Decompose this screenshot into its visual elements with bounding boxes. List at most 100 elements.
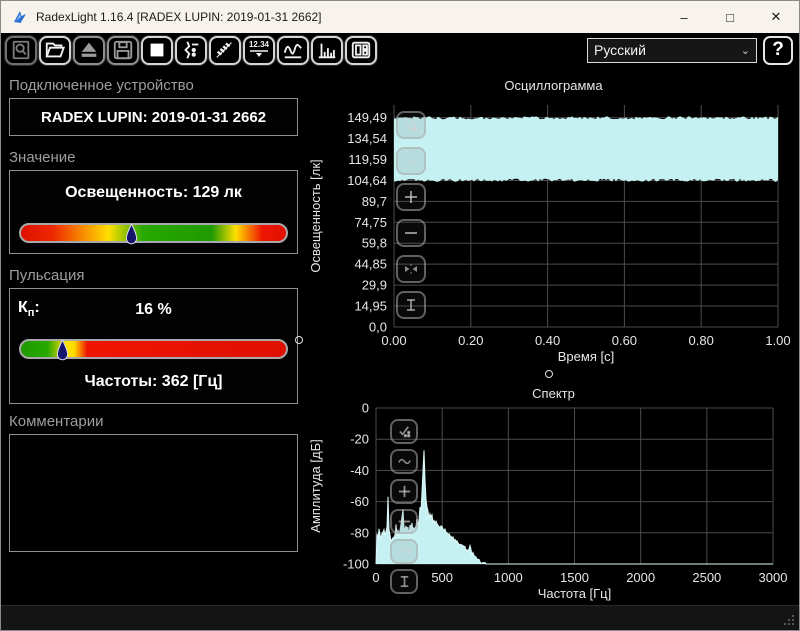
svg-text:1500: 1500 (560, 570, 589, 585)
svg-text:-80: -80 (350, 525, 369, 540)
chart-autoscale-button[interactable] (396, 111, 426, 139)
svg-text:1.00: 1.00 (765, 333, 790, 348)
svg-text:14,95: 14,95 (354, 299, 387, 314)
svg-text:2500: 2500 (692, 570, 721, 585)
open-folder-icon (44, 39, 66, 61)
value-section-label: Значение (9, 149, 298, 166)
app-icon (12, 9, 28, 25)
svg-text:2000: 2000 (626, 570, 655, 585)
toolbar-numeric-display-button[interactable]: 12.34 (243, 36, 275, 65)
spectrum-plot[interactable]: Спектр0500100015002000250030000-20-40-60… (306, 379, 800, 603)
app-window: RadexLight 1.16.4 [RADEX LUPIN: 2019-01-… (0, 0, 800, 631)
magnifier-document-icon (10, 39, 32, 61)
window-title: RadexLight 1.16.4 [RADEX LUPIN: 2019-01-… (36, 10, 322, 24)
svg-text:Спектр: Спектр (532, 386, 575, 401)
oscillogram-controls (396, 111, 426, 327)
svg-text:Освещенность [лк]: Освещенность [лк] (308, 159, 323, 272)
pulsation-gauge (19, 339, 288, 359)
plus-icon (403, 189, 419, 205)
chart-fit-horizontal-button[interactable] (396, 255, 426, 283)
chart-wave-style-button[interactable] (396, 147, 426, 175)
svg-text:0.40: 0.40 (535, 333, 560, 348)
svg-text:Время [с]: Время [с] (558, 349, 614, 364)
help-button[interactable]: ? (763, 36, 793, 65)
resize-grip[interactable] (782, 613, 795, 626)
svg-text:3000: 3000 (759, 570, 788, 585)
fit-horizontal-icon (397, 544, 412, 559)
line-chart-icon (282, 39, 304, 61)
toolbar-stop-button[interactable] (141, 36, 173, 65)
oscillogram-chart[interactable]: Осциллограмма0.000.200.400.600.801.00149… (306, 71, 800, 367)
toolbar-pulsation-button[interactable] (209, 36, 241, 65)
svg-text:Амплитуда [дБ]: Амплитуда [дБ] (308, 439, 323, 532)
chart-zoom-out-button[interactable] (396, 219, 426, 247)
chart-zoom-out-button[interactable] (390, 509, 418, 534)
minus-icon (397, 514, 412, 529)
signal-waveform-icon (180, 39, 202, 61)
chart-autoscale-button[interactable] (390, 419, 418, 444)
illuminance-reading: Освещенность: 129 лк (10, 184, 297, 202)
minus-icon (403, 225, 419, 241)
vertical-splitter-handle[interactable] (295, 336, 303, 344)
plus-icon (397, 484, 412, 499)
svg-text:Осциллограмма: Осциллограмма (504, 78, 603, 93)
eject-icon (78, 39, 100, 61)
oscillogram-plot[interactable]: Осциллограмма0.000.200.400.600.801.00149… (306, 71, 800, 367)
kp-row: Кп: 16 % (18, 299, 289, 321)
fit-vertical-icon (403, 297, 419, 313)
save-icon (112, 39, 134, 61)
app-logo-icon (12, 9, 28, 25)
toolbar-record-signal-button[interactable] (175, 36, 207, 65)
chart-fit-vertical-button[interactable] (396, 291, 426, 319)
svg-text:74,75: 74,75 (354, 215, 387, 230)
layout-panels-icon (350, 39, 372, 61)
toolbar-save-button[interactable] (107, 36, 139, 65)
numeric-underline-icon (249, 49, 269, 59)
language-select[interactable]: Русский ⌄ (587, 38, 757, 63)
autoscale-check-icon (403, 117, 419, 133)
chart-fit-horizontal-button[interactable] (390, 539, 418, 564)
fit-vertical-icon (397, 574, 412, 589)
device-box: RADEX LUPIN: 2019-01-31 2662 (9, 98, 298, 136)
toolbar-oscillogram-view-button[interactable] (277, 36, 309, 65)
fit-horizontal-icon (403, 261, 419, 277)
wave-icon (403, 153, 419, 169)
svg-text:119,59: 119,59 (348, 152, 387, 167)
toolbar-layout-button[interactable] (345, 36, 377, 65)
svg-text:-60: -60 (350, 494, 369, 509)
numeric-display-icon: 12.34 (249, 41, 269, 59)
illuminance-gauge-marker (125, 223, 138, 246)
chart-zoom-in-button[interactable] (396, 183, 426, 211)
comments-input[interactable] (9, 434, 298, 552)
toolbar-open-file-button[interactable] (39, 36, 71, 65)
close-button[interactable]: ✕ (753, 1, 799, 33)
left-panel: Подключенное устройство RADEX LUPIN: 201… (1, 67, 306, 605)
svg-text:0,0: 0,0 (369, 320, 387, 335)
chart-zoom-in-button[interactable] (390, 479, 418, 504)
chart-fit-vertical-button[interactable] (390, 569, 418, 594)
spectrum-chart[interactable]: Спектр0500100015002000250030000-20-40-60… (306, 379, 800, 603)
pulsation-gauge-marker (56, 339, 69, 362)
toolbar: 12.34 Русский (1, 33, 799, 67)
minimize-button[interactable]: – (661, 1, 707, 33)
device-section-label: Подключенное устройство (9, 77, 298, 94)
svg-text:0.60: 0.60 (612, 333, 637, 348)
toolbar-preview-button[interactable] (5, 36, 37, 65)
toolbar-spectrum-view-button[interactable] (311, 36, 343, 65)
illuminance-gauge (19, 223, 288, 243)
titlebar: RadexLight 1.16.4 [RADEX LUPIN: 2019-01-… (1, 1, 799, 33)
svg-text:0: 0 (372, 570, 379, 585)
svg-text:29,9: 29,9 (362, 278, 387, 293)
droplet-icon (56, 339, 69, 362)
chart-wave-style-button[interactable] (390, 449, 418, 474)
toolbar-eject-device-button[interactable] (73, 36, 105, 65)
maximize-button[interactable]: □ (707, 1, 753, 33)
svg-text:89,7: 89,7 (362, 194, 387, 209)
kp-value: 16 % (18, 301, 289, 319)
horizontal-splitter-handle[interactable] (545, 370, 553, 378)
histogram-icon (316, 39, 338, 61)
status-bar (1, 605, 799, 630)
svg-text:149,49: 149,49 (347, 110, 387, 125)
svg-text:44,85: 44,85 (354, 257, 387, 272)
frequency-reading: Частоты: 362 [Гц] (10, 373, 297, 391)
